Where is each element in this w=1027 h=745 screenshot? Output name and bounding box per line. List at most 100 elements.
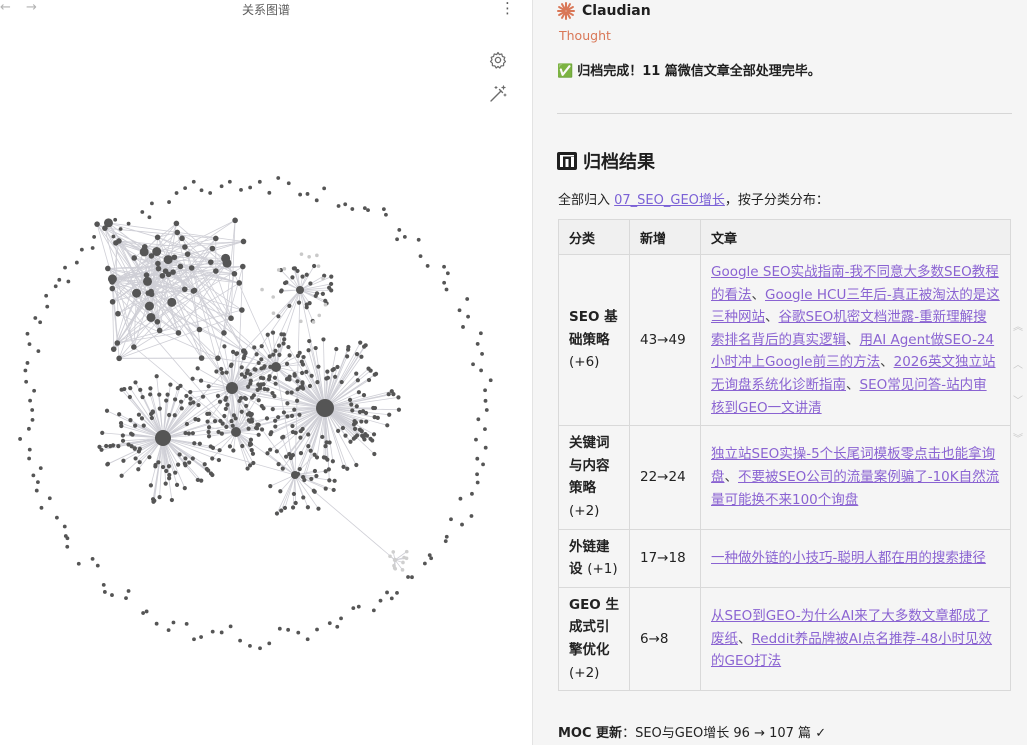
graph-node — [176, 462, 181, 467]
article-link[interactable]: 不要被SEO公司的流量案例骗了-10K自然流量可能换不来100个询盘 — [711, 469, 999, 508]
graph-node — [410, 575, 414, 580]
graph-node — [273, 418, 278, 423]
graph-node — [205, 419, 210, 424]
graph-node — [324, 440, 329, 445]
graph-node — [173, 397, 178, 402]
articles-cell: 一种做外链的小技巧-聪明人都在用的搜索捷径 — [700, 528, 1011, 588]
graph-settings-button[interactable] — [488, 50, 508, 70]
graph-node — [212, 235, 219, 242]
table-row: GEO 生成式引擎优化 (+2) 6→8 从SEO到GEO-为什么AI来了大多数文章… — [558, 586, 1011, 692]
graph-node — [114, 340, 121, 346]
graph-node — [153, 464, 158, 469]
graph-node — [137, 460, 142, 465]
graph-node — [314, 473, 319, 479]
graph-node — [252, 345, 257, 350]
graph-node — [223, 406, 228, 411]
graph-node — [444, 534, 449, 539]
check-mark-icon: ✅ — [557, 64, 574, 79]
graph-node — [28, 398, 32, 403]
graph-node — [240, 348, 247, 354]
graph-node — [286, 344, 291, 350]
graph-node — [406, 575, 410, 579]
graph-node — [305, 637, 310, 642]
category-cell: GEO 生成式引擎优化 (+2) — [558, 586, 630, 692]
graph-node — [115, 310, 121, 317]
table-row: 外链建设 (+1) 17→18 一种做外链的小技巧-聪明人都在用的搜索捷径 — [558, 528, 1011, 588]
graph-node — [133, 423, 138, 428]
graph-node — [457, 308, 462, 313]
graph-node — [210, 629, 215, 634]
graph-node — [36, 480, 40, 485]
graph-node — [159, 272, 166, 279]
scroll-top-chevron-icon[interactable]: ︽ — [1013, 318, 1023, 333]
graph-node — [245, 368, 250, 373]
graph-node — [293, 430, 298, 435]
category-folder-link[interactable]: 07_SEO_GEO增长 — [614, 193, 725, 208]
graph-node — [164, 398, 169, 403]
graph-node — [219, 366, 224, 372]
graph-node — [227, 444, 233, 449]
graph-node — [57, 277, 62, 282]
graph-node — [306, 348, 311, 353]
graph-node — [256, 432, 261, 437]
graph-animate-button[interactable] — [488, 84, 508, 104]
graph-node — [23, 368, 28, 373]
graph-node — [222, 344, 227, 349]
graph-node — [425, 264, 430, 268]
graph-node — [466, 314, 470, 319]
graph-node — [44, 293, 49, 298]
graph-node — [299, 319, 303, 324]
graph-node — [298, 429, 303, 434]
graph-node — [316, 399, 334, 417]
graph-node — [256, 398, 261, 403]
scroll-down-chevron-icon[interactable]: ﹀ — [1013, 392, 1023, 407]
scroll-bottom-chevron-icon[interactable]: ︾ — [1013, 430, 1023, 445]
graph-node — [109, 285, 116, 292]
graph-node — [287, 377, 292, 382]
graph-node — [354, 352, 360, 357]
magic-wand-icon — [490, 85, 507, 102]
graph-node — [154, 374, 159, 379]
graph-node — [315, 253, 319, 258]
graph-node — [270, 330, 276, 335]
graph-node — [334, 346, 339, 352]
graph-node — [148, 392, 153, 397]
graph-node — [234, 351, 240, 356]
graph-node — [92, 235, 97, 239]
graph-node — [272, 375, 278, 380]
graph-node — [302, 477, 307, 483]
graph-node — [198, 355, 205, 361]
graph-node — [416, 237, 421, 242]
graph-node — [175, 386, 180, 391]
graph-node — [323, 455, 328, 460]
graph-node — [101, 582, 106, 587]
graph-node — [317, 313, 322, 318]
graph-node — [395, 237, 399, 242]
graph-node — [36, 349, 41, 354]
article-link[interactable]: Reddit养品牌被AI点名推荐-48小时见效的GEO打法 — [711, 631, 992, 670]
result-table: 分类 新增 文章 SEO 基础策略 (+6) 43→49 Google SEO实战指… — [558, 219, 1011, 692]
graph-node — [292, 371, 297, 377]
article-link[interactable]: 一种做外链的小技巧-聪明人都在用的搜索捷径 — [711, 550, 986, 566]
articles-cell: 独立站SEO实操-5个长尾词模板零点击也能拿询盘、不要被SEO公司的流量案例骗了… — [700, 425, 1011, 530]
graph-node — [427, 553, 432, 558]
thought-toggle[interactable]: Thought — [559, 28, 611, 43]
count-cell: 17→18 — [629, 528, 701, 588]
graph-node — [209, 245, 216, 252]
graph-view-pane[interactable]: ← → 关系图谱 ⋮ — [0, 0, 532, 745]
graph-node — [154, 234, 161, 241]
graph-node — [475, 472, 479, 477]
graph-node — [167, 412, 172, 418]
graph-node — [265, 387, 270, 392]
graph-node — [140, 210, 145, 214]
graph-node — [300, 362, 306, 367]
graph-node — [128, 418, 133, 423]
graph-node — [364, 433, 370, 438]
graph-node — [345, 466, 350, 471]
more-options-button[interactable]: ⋮ — [500, 0, 515, 17]
graph-node — [155, 265, 162, 272]
category-cell: 关键词与内容策略 (+2) — [558, 425, 630, 530]
graph-node — [120, 438, 126, 443]
relationship-graph-canvas[interactable] — [0, 0, 532, 745]
scroll-up-chevron-icon[interactable]: ︿ — [1013, 356, 1023, 371]
